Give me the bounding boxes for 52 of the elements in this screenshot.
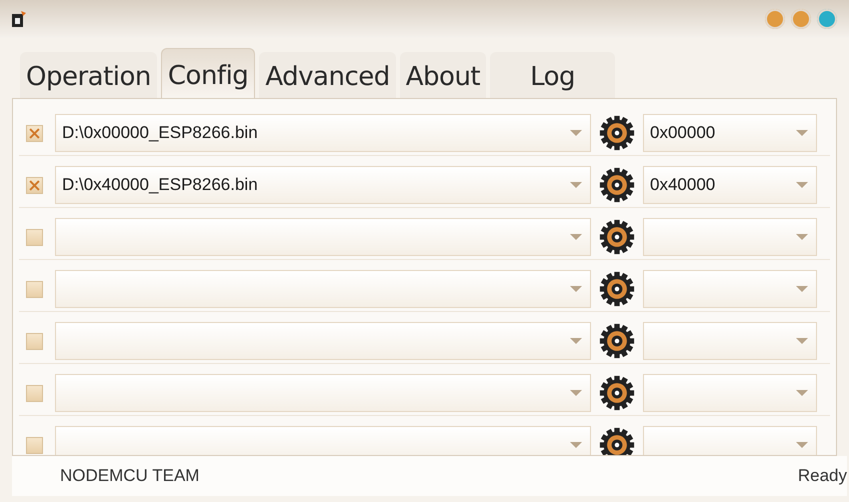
caret-icon: [570, 390, 582, 396]
checkbox[interactable]: [26, 436, 43, 454]
caret-icon: [570, 130, 582, 136]
checkbox[interactable]: [26, 332, 43, 350]
tab[interactable]: Advanced: [259, 52, 396, 98]
status-text: Ready: [798, 466, 847, 486]
window-button[interactable]: [791, 9, 811, 29]
dropdown-field[interactable]: [643, 322, 817, 360]
dropdown-field[interactable]: [55, 322, 591, 360]
caret-icon: [796, 338, 808, 344]
dropdown-field[interactable]: [55, 218, 591, 256]
gear-icon[interactable]: [599, 375, 635, 411]
status-text: NODEMCU TEAM: [60, 466, 200, 486]
caret-icon: [796, 130, 808, 136]
dropdown-field[interactable]: [643, 374, 817, 412]
gear-icon[interactable]: [599, 115, 635, 151]
checkbox[interactable]: [26, 384, 43, 402]
window-button[interactable]: [817, 9, 837, 29]
dropdown-field[interactable]: [55, 374, 591, 412]
caret-icon: [796, 286, 808, 292]
tab[interactable]: Operation: [20, 52, 157, 98]
checkbox[interactable]: [26, 280, 43, 298]
caret-icon: [570, 182, 582, 188]
caret-icon: [570, 234, 582, 240]
checkbox[interactable]: [26, 176, 43, 194]
caret-icon: [796, 234, 808, 240]
gear-icon[interactable]: [599, 167, 635, 203]
dropdown-field[interactable]: D:\0x40000_ESP8266.bin: [55, 166, 591, 204]
dropdown-field[interactable]: D:\0x00000_ESP8266.bin: [55, 114, 591, 152]
caret-icon: [570, 338, 582, 344]
dropdown-field[interactable]: [643, 270, 817, 308]
app-icon: [12, 11, 26, 27]
caret-icon: [796, 390, 808, 396]
window-button[interactable]: [765, 9, 785, 29]
gear-icon[interactable]: [599, 219, 635, 255]
dropdown-field[interactable]: 0x40000: [643, 166, 817, 204]
dropdown-field[interactable]: [55, 270, 591, 308]
caret-icon: [570, 286, 582, 292]
tab[interactable]: Config: [160, 48, 256, 98]
caret-icon: [796, 182, 808, 188]
tab[interactable]: Log: [490, 52, 616, 98]
caret-icon: [796, 442, 808, 448]
dropdown-field[interactable]: 0x00000: [643, 114, 817, 152]
tab[interactable]: About: [400, 52, 486, 98]
gear-icon[interactable]: [599, 271, 635, 307]
checkbox[interactable]: [26, 124, 43, 142]
dropdown-field[interactable]: [643, 218, 817, 256]
gear-icon[interactable]: [599, 323, 635, 359]
dropdown-field[interactable]: [55, 426, 591, 455]
caret-icon: [570, 442, 582, 448]
checkbox[interactable]: [26, 228, 43, 246]
dropdown-field[interactable]: [643, 426, 817, 455]
